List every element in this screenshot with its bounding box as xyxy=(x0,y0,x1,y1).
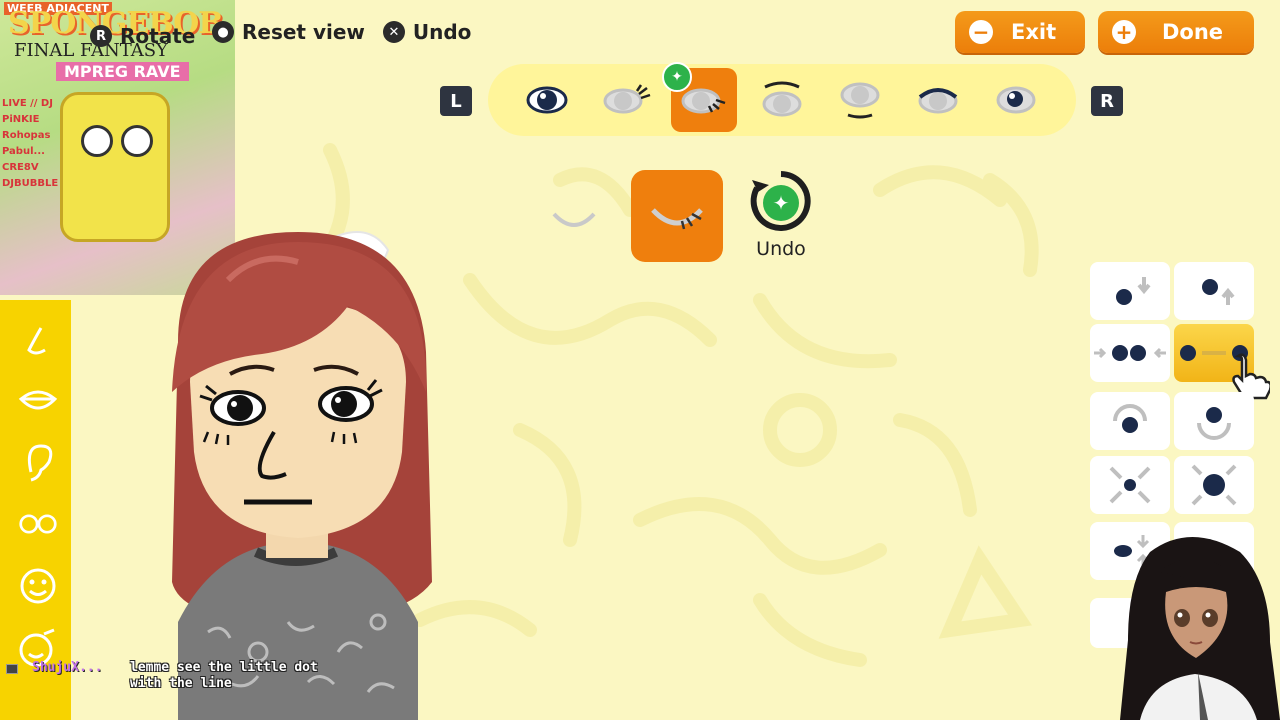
poster-side-item: PiNKIE xyxy=(2,114,40,125)
eyes-up-icon xyxy=(1202,279,1235,305)
move-eyes-down-button[interactable] xyxy=(1090,262,1170,320)
eye-closed-preview-icon xyxy=(651,208,703,230)
reset-view-button[interactable]: ● Reset view xyxy=(212,20,365,44)
eye-type-top-lid[interactable] xyxy=(749,68,815,132)
poster-side-item: LIVE // DJ xyxy=(2,98,53,109)
eye-small-pupil-icon xyxy=(996,86,1036,114)
eyes-closer-icon xyxy=(1094,345,1166,361)
eye-type-plain[interactable] xyxy=(514,68,580,132)
poster-side-list: LIVE // DJ PiNKIE Rohopas Pabul... CRE8V… xyxy=(2,96,58,192)
mouth-category-icon[interactable] xyxy=(18,380,58,420)
stick-icon: ● xyxy=(212,21,234,43)
eye-type-lashes[interactable] xyxy=(593,68,659,132)
chat-username: ShujuX... xyxy=(32,660,103,675)
exit-label: Exit xyxy=(1011,20,1057,44)
eye-heavy-lid-icon xyxy=(918,88,958,114)
previous-eye-ghost xyxy=(550,206,598,236)
undo-eye-button[interactable]: ✦ Undo xyxy=(748,170,814,260)
top-left-controls: ● Reset view ✕ Undo xyxy=(212,20,471,44)
eye-type-bottom-lid[interactable] xyxy=(827,68,893,132)
plus-icon: + xyxy=(1112,20,1136,44)
poster-side-item: DJBUBBLE xyxy=(2,178,59,189)
eye-bottom-lid-icon xyxy=(840,82,880,119)
undo-sparkle-icon: ✦ xyxy=(750,171,811,231)
shrink-icon xyxy=(1109,466,1151,504)
chat-badge-icon xyxy=(6,664,18,674)
eye-lashes-icon xyxy=(603,84,651,114)
move-eyes-up-button[interactable] xyxy=(1174,262,1254,320)
eye-top-lid-icon xyxy=(762,81,802,117)
eye-type-small-pupil[interactable] xyxy=(983,68,1049,132)
chat-message-text: lemme see the little dot with the line xyxy=(130,660,318,691)
rotate-cw-icon xyxy=(1197,407,1231,440)
nose-category-icon[interactable] xyxy=(18,322,58,362)
enlarge-icon xyxy=(1191,464,1237,506)
glasses-category-icon[interactable] xyxy=(18,504,58,544)
undo-label: Undo xyxy=(412,20,472,44)
poster-side-item: CRE8V xyxy=(2,162,39,173)
r-shoulder-button[interactable]: R xyxy=(1091,86,1123,116)
mii-character-preview xyxy=(172,231,432,720)
poster-line: MPREG RAVE xyxy=(56,62,189,81)
sparkle-new-icon: ✦ xyxy=(662,62,692,92)
poster-cartoon xyxy=(60,92,170,242)
rotate-label: Rotate xyxy=(120,24,196,48)
exit-button[interactable]: − Exit xyxy=(955,11,1085,53)
spacing-closer-button[interactable] xyxy=(1090,324,1170,382)
reset-view-label: Reset view xyxy=(242,20,365,44)
poster-side-item: Rohopas xyxy=(2,130,51,141)
selected-eye-preview[interactable] xyxy=(631,170,723,262)
category-sidebar xyxy=(0,300,71,720)
rotate-eyes-cw-button[interactable] xyxy=(1174,392,1254,450)
rotate-ccw-icon xyxy=(1113,404,1147,433)
r-stick-icon: R xyxy=(90,25,112,47)
eyes-down-icon xyxy=(1116,277,1151,305)
eye-type-heavy-lid[interactable] xyxy=(905,68,971,132)
rotate-control[interactable]: R Rotate xyxy=(90,24,195,48)
eye-closed-lashes-icon xyxy=(681,88,726,114)
streamer-avatar-overlay xyxy=(1120,537,1280,720)
rotate-eyes-ccw-button[interactable] xyxy=(1090,392,1170,450)
done-label: Done xyxy=(1162,20,1224,44)
enlarge-eyes-button[interactable] xyxy=(1174,456,1254,514)
face-features-category-icon[interactable] xyxy=(18,566,58,606)
poster-side-item: Pabul... xyxy=(2,146,45,157)
undo-button[interactable]: ✕ Undo xyxy=(382,20,472,44)
eye-plain-icon xyxy=(526,86,568,114)
undo-eye-label: Undo xyxy=(756,238,806,260)
done-button[interactable]: + Done xyxy=(1098,11,1254,53)
l-shoulder-button[interactable]: L xyxy=(440,86,472,116)
shrink-eyes-button[interactable] xyxy=(1090,456,1170,514)
x-button-icon: ✕ xyxy=(382,21,405,43)
minus-icon: − xyxy=(969,20,993,44)
ear-category-icon[interactable] xyxy=(18,442,58,482)
svg-text:✦: ✦ xyxy=(773,191,790,215)
